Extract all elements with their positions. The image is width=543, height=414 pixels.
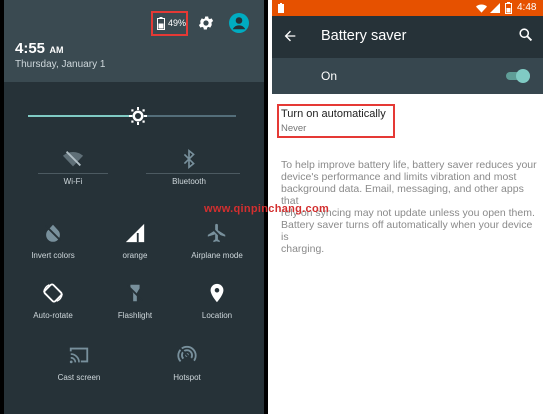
brightness-slider[interactable]: [28, 107, 236, 125]
tile-cast-screen[interactable]: Cast screen: [36, 344, 122, 382]
tile-label: Invert colors: [31, 251, 75, 260]
tile-label: orange: [122, 251, 148, 260]
tile-label: Bluetooth: [172, 177, 206, 186]
tile-airplane-mode[interactable]: Airplane mode: [174, 222, 260, 260]
wifi-status-icon: [476, 4, 487, 13]
tile-auto-rotate[interactable]: Auto-rotate: [10, 282, 96, 320]
battery-saver-charging-note: Battery saver turns off automatically wh…: [281, 219, 537, 255]
tile-underline: [146, 173, 240, 174]
location-pin-icon: [210, 283, 224, 303]
description-line: device's performance and limits vibratio…: [281, 171, 517, 183]
tile-label: Airplane mode: [191, 251, 243, 260]
date-label: Thursday, January 1: [15, 59, 106, 70]
status-time: 4:48: [517, 2, 537, 13]
tile-location[interactable]: Location: [174, 282, 260, 320]
clock-suffix: AM: [49, 45, 64, 55]
toggle-thumb: [516, 69, 530, 83]
battery-percent: 49%: [168, 18, 187, 28]
battery-status-icon: [505, 2, 512, 14]
battery-saver-toggle[interactable]: [505, 68, 531, 84]
search-icon[interactable]: [518, 27, 533, 42]
signal-status-icon: [490, 3, 500, 13]
clock-time: 4:55: [15, 40, 46, 57]
tile-cellular[interactable]: orange: [92, 222, 178, 260]
tile-hotspot[interactable]: Hotspot: [144, 344, 230, 382]
screen-title: Battery saver: [321, 28, 407, 44]
brightness-fill: [28, 115, 138, 117]
quick-settings-header: 49% 4:55 AM Thursday, January 1: [4, 0, 264, 82]
invert-colors-icon: [45, 224, 61, 242]
hotspot-icon: [177, 345, 197, 363]
quick-settings-panel: Wi-Fi Bluetooth Invert colors orange Air…: [4, 82, 264, 414]
user-avatar-icon[interactable]: [229, 13, 249, 33]
notification-battery-icon: [278, 3, 284, 13]
flashlight-icon: [127, 284, 143, 302]
auto-rotate-icon: [43, 283, 63, 303]
wifi-off-icon: [62, 151, 84, 167]
tile-label: Flashlight: [117, 311, 153, 320]
note-line: charging.: [281, 243, 325, 255]
tile-label: Cast screen: [57, 373, 101, 382]
turn-on-automatically-setting[interactable]: Turn on automatically Never: [281, 108, 391, 136]
tile-flashlight[interactable]: Flashlight: [92, 282, 178, 320]
master-switch-bar[interactable]: On: [272, 58, 543, 94]
setting-title: Turn on automatically: [281, 108, 386, 120]
description-line: To help improve battery life, battery sa…: [281, 159, 537, 171]
switch-label: On: [321, 69, 338, 83]
tile-label: Location: [201, 311, 233, 320]
clock: 4:55 AM: [15, 40, 63, 58]
cellular-signal-icon: [125, 223, 145, 243]
tile-label: Wi-Fi: [63, 177, 83, 186]
bluetooth-icon: [183, 149, 195, 169]
tile-label: Auto-rotate: [33, 311, 73, 320]
brightness-thumb-icon[interactable]: [129, 107, 147, 125]
cast-icon: [69, 347, 89, 364]
app-toolbar: Battery saver: [272, 16, 543, 58]
battery-icon: [157, 17, 165, 30]
status-bar: 4:48: [272, 0, 543, 16]
tile-label: Hotspot: [173, 373, 201, 382]
watermark-text: www.qinpinchang.com: [204, 203, 330, 215]
note-line: Battery saver turns off automatically wh…: [281, 219, 533, 243]
tile-invert-colors[interactable]: Invert colors: [10, 222, 96, 260]
setting-value: Never: [281, 123, 307, 134]
back-arrow-icon[interactable]: [282, 28, 298, 44]
tile-wifi[interactable]: Wi-Fi: [30, 148, 116, 186]
settings-gear-icon[interactable]: [197, 14, 215, 32]
tile-bluetooth[interactable]: Bluetooth: [146, 148, 232, 186]
tile-underline: [38, 173, 108, 174]
airplane-icon: [207, 223, 226, 243]
